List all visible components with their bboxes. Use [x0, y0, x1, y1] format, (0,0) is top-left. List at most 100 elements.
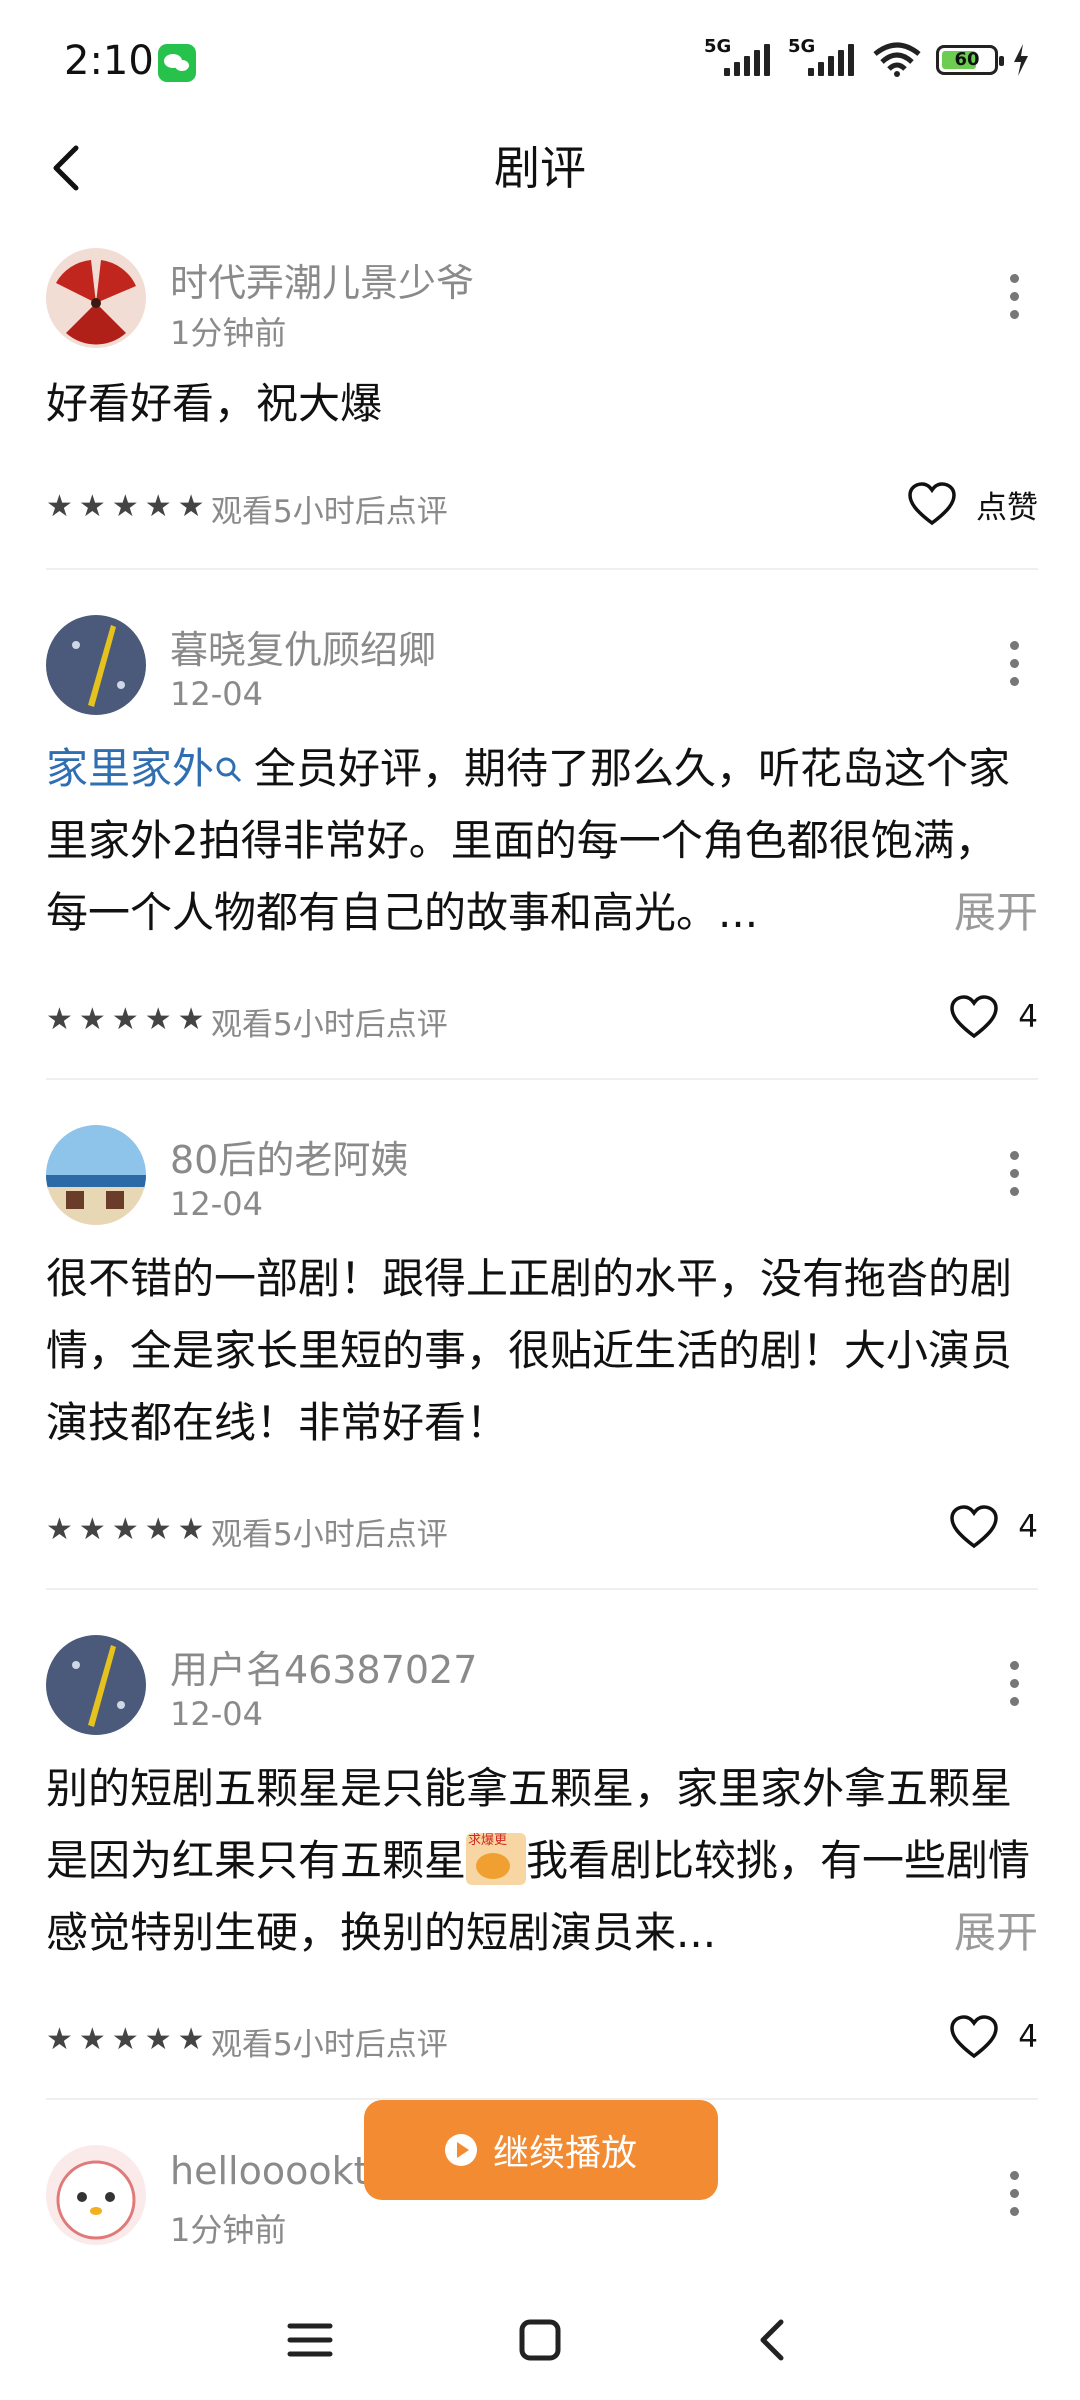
expand-button[interactable]: 展开: [943, 877, 1038, 949]
watch-meta: 观看5小时后点评: [211, 1007, 448, 1043]
like-button[interactable]: 点赞: [906, 476, 1038, 532]
star-icon: ★: [144, 1512, 172, 1547]
home-square-icon[interactable]: [510, 2310, 570, 2370]
expand-button[interactable]: 展开: [943, 1897, 1038, 1969]
like-button[interactable]: 4: [948, 1499, 1038, 1555]
avatar[interactable]: [46, 248, 146, 348]
watch-meta: 观看5小时后点评: [211, 1517, 448, 1553]
comment-item: 80后的老阿姨 12-04 很不错的一部剧！跟得上正剧的水平，没有拖沓的剧情，全…: [46, 1125, 1038, 1565]
username[interactable]: 暮晓复仇顾绍卿: [170, 619, 436, 674]
star-icon: ★: [177, 1002, 205, 1037]
nav-back-icon[interactable]: [745, 2310, 805, 2370]
star-icon: ★: [46, 1512, 73, 1547]
star-icon: ★: [78, 2022, 106, 2057]
signal-icon: 5G: [704, 36, 774, 80]
comment-text: 家里家外 全员好评，期待了那么久，听花岛这个家里家外2拍得非常好。里面的每一个角色…: [46, 733, 1038, 949]
heart-outline-icon: [908, 482, 956, 526]
comment-text: 很不错的一部剧！跟得上正剧的水平，没有拖沓的剧情，全是家长里短的事，很贴近生活的…: [46, 1254, 1013, 1447]
like-count: 4: [1018, 999, 1038, 1035]
header: 剧评: [0, 120, 1080, 230]
star-icon: ★: [177, 1512, 205, 1547]
comment-text: 好看好看，祝大爆: [46, 379, 383, 428]
comment-item: 用户名46387027 12-04 别的短剧五颗星是只能拿五颗星，家里家外拿五颗…: [46, 1635, 1038, 2075]
more-vertical-icon[interactable]: [1010, 641, 1020, 687]
continue-play-label: 继续播放: [492, 2133, 637, 2174]
rating-stars: ★ ★ ★ ★ ★: [46, 1003, 205, 1037]
username[interactable]: hellooookt: [170, 2149, 368, 2193]
battery-level: 60: [954, 49, 980, 70]
play-icon: [444, 2134, 477, 2166]
star-icon: ★: [46, 2022, 73, 2057]
star-icon: ★: [111, 2022, 139, 2057]
username[interactable]: 80后的老阿姨: [170, 1129, 408, 1184]
more-vertical-icon[interactable]: [1010, 2171, 1020, 2217]
continue-play-button[interactable]: 继续播放: [364, 2100, 718, 2200]
status-bar: 2:10 5G 5G 60: [0, 0, 1080, 120]
username[interactable]: 用户名46387027: [170, 1639, 477, 1694]
like-button[interactable]: 4: [948, 989, 1038, 1045]
heart-outline-icon: [950, 995, 999, 1039]
rating-stars: ★ ★ ★ ★ ★: [46, 1513, 205, 1547]
comment-footer: ★ ★ ★ ★ ★ 观看5小时后点评 4: [46, 1505, 1038, 1555]
like-label: 点赞: [976, 489, 1038, 526]
battery-icon: 60: [936, 45, 1004, 75]
divider: [46, 568, 1038, 570]
comment-time: 12-04: [170, 675, 263, 713]
star-icon: ★: [111, 489, 139, 524]
menu-icon[interactable]: [280, 2310, 340, 2370]
star-icon: ★: [46, 1002, 73, 1037]
comment-footer: ★ ★ ★ ★ ★ 观看5小时后点评 4: [46, 995, 1038, 1045]
keyword-link[interactable]: 家里家外: [46, 744, 214, 793]
comment-time: 12-04: [170, 1695, 263, 1733]
sticker-text: 求爆更: [468, 1833, 508, 1848]
comment-item: 时代弄潮儿景少爷 1分钟前 好看好看，祝大爆 ★ ★ ★ ★ ★ 观看5小时后点评 点赞: [46, 248, 1038, 568]
avatar[interactable]: [46, 1635, 146, 1735]
star-icon: ★: [78, 1002, 106, 1037]
comment-footer: ★ ★ ★ ★ ★ 观看5小时后点评 4: [46, 2015, 1038, 2065]
wechat-notification-icon: [158, 44, 196, 82]
system-nav-bar: [0, 2280, 1080, 2400]
sticker: 求爆更: [466, 1833, 527, 1885]
comment-time: 12-04: [170, 1185, 263, 1223]
watch-meta: 观看5小时后点评: [211, 2027, 448, 2063]
like-count: 4: [1018, 1509, 1038, 1545]
star-icon: ★: [144, 489, 172, 524]
status-icons: 5G 5G 60: [704, 36, 1030, 80]
avatar[interactable]: [46, 1125, 146, 1225]
more-vertical-icon[interactable]: [1010, 1151, 1020, 1197]
like-count: 4: [1018, 2019, 1038, 2055]
page-title: 剧评: [494, 141, 586, 195]
rating-stars: ★ ★ ★ ★ ★: [46, 2023, 205, 2057]
star-icon: ★: [111, 1512, 139, 1547]
network-type-2: 5G: [788, 36, 816, 57]
charging-icon: [1014, 44, 1028, 76]
divider: [46, 1588, 1038, 1590]
like-button[interactable]: 4: [948, 2009, 1038, 2065]
username[interactable]: 时代弄潮儿景少爷: [170, 252, 474, 307]
comment-item: 暮晓复仇顾绍卿 12-04 家里家外 全员好评，期待了那么久，听花岛这个家里家外2…: [46, 615, 1038, 1055]
comment-footer: ★ ★ ★ ★ ★ 观看5小时后点评 点赞: [46, 482, 1038, 532]
star-icon: ★: [78, 1512, 106, 1547]
star-icon: ★: [111, 1002, 139, 1037]
more-vertical-icon[interactable]: [1010, 1661, 1020, 1707]
rating-stars: ★ ★ ★ ★ ★: [46, 490, 205, 524]
search-icon: [216, 757, 242, 783]
comment-time: 1分钟前: [170, 2211, 287, 2249]
status-time: 2:10: [64, 38, 154, 84]
star-icon: ★: [144, 1002, 172, 1037]
signal-icon-2: 5G: [788, 36, 858, 80]
heart-outline-icon: [950, 2015, 999, 2059]
more-vertical-icon[interactable]: [1010, 274, 1020, 320]
avatar[interactable]: [46, 2145, 146, 2245]
network-type: 5G: [704, 36, 732, 57]
star-icon: ★: [177, 489, 205, 524]
wifi-icon: [873, 42, 921, 77]
star-icon: ★: [78, 489, 106, 524]
divider: [46, 1078, 1038, 1080]
watch-meta: 观看5小时后点评: [211, 494, 448, 530]
star-icon: ★: [144, 2022, 172, 2057]
avatar[interactable]: [46, 615, 146, 715]
comment-text: 别的短剧五颗星是只能拿五颗星，家里家外拿五颗星是因为红果只有五颗星 求爆更 我看剧比…: [46, 1753, 1038, 1969]
heart-outline-icon: [950, 1505, 999, 1549]
star-icon: ★: [46, 489, 73, 524]
